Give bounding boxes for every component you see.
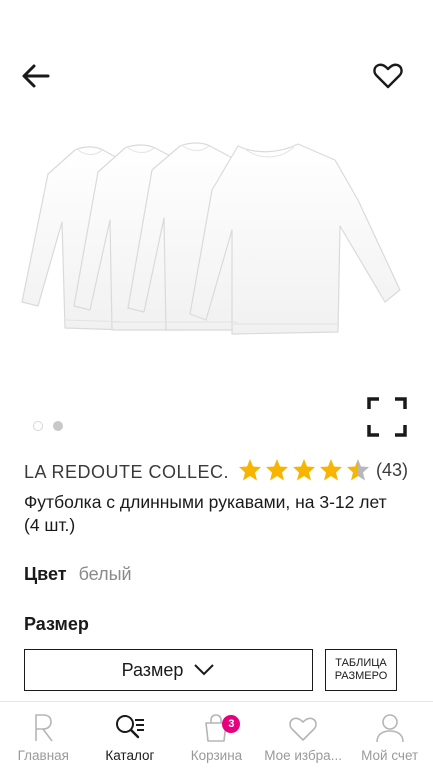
size-chart-button[interactable]: ТАБЛИЦА РАЗМЕРО [325, 649, 397, 691]
rating-star [266, 459, 288, 481]
rating-stars [239, 459, 369, 481]
size-chart-line1: ТАБЛИЦА [335, 657, 387, 669]
fullscreen-button[interactable] [366, 396, 408, 438]
bottom-navigation: Главная Каталог 3 Корзина Мое избра... М… [0, 701, 433, 770]
gallery-pagination [33, 421, 63, 431]
nav-catalog[interactable]: Каталог [87, 702, 174, 770]
size-label: Размер [24, 614, 89, 634]
nav-home[interactable]: Главная [0, 702, 87, 770]
color-row: Цвет белый [24, 564, 132, 585]
product-title: Футболка с длинными рукавами, на 3-12 ле… [24, 492, 387, 535]
rating-count: (43) [376, 459, 409, 480]
arrow-left-icon [22, 64, 50, 88]
pagination-dot[interactable] [33, 421, 43, 431]
user-icon [375, 714, 404, 743]
rating-star [239, 459, 261, 481]
heart-outline-icon [373, 63, 403, 89]
size-dropdown[interactable]: Размер [24, 649, 313, 691]
cart-count-badge: 3 [222, 715, 241, 733]
tshirts-image [21, 142, 401, 335]
product-image[interactable] [0, 130, 433, 350]
chevron-down-icon [194, 664, 215, 676]
nav-cart[interactable]: 3 Корзина [173, 702, 260, 770]
home-r-icon [35, 714, 53, 742]
rating-star [320, 459, 342, 481]
heart-icon [289, 717, 317, 741]
rating-star [347, 459, 369, 481]
nav-account[interactable]: Мой счет [346, 702, 433, 770]
brand-name[interactable]: LA REDOUTE COLLEC... [24, 462, 229, 483]
color-value: белый [78, 564, 132, 584]
back-button[interactable] [18, 58, 54, 94]
top-bar [0, 0, 433, 150]
nav-cart-label: Корзина [190, 748, 243, 763]
rating-star [293, 459, 315, 481]
size-dropdown-label: Размер [121, 659, 184, 680]
add-to-favorites-button[interactable] [370, 58, 406, 94]
product-rating[interactable]: (43) [238, 458, 408, 482]
pagination-dot-active[interactable] [53, 421, 63, 431]
nav-account-label: Мой счет [361, 748, 419, 763]
nav-catalog-label: Каталог [105, 748, 155, 763]
catalog-search-icon [115, 715, 144, 739]
nav-favorites-label: Мое избра... [264, 748, 342, 763]
size-chart-line2: РАЗМЕРО [334, 670, 388, 682]
nav-home-label: Главная [17, 748, 69, 763]
expand-corners-icon [367, 397, 407, 437]
nav-favorites[interactable]: Мое избра... [260, 702, 347, 770]
color-label: Цвет [24, 564, 67, 584]
